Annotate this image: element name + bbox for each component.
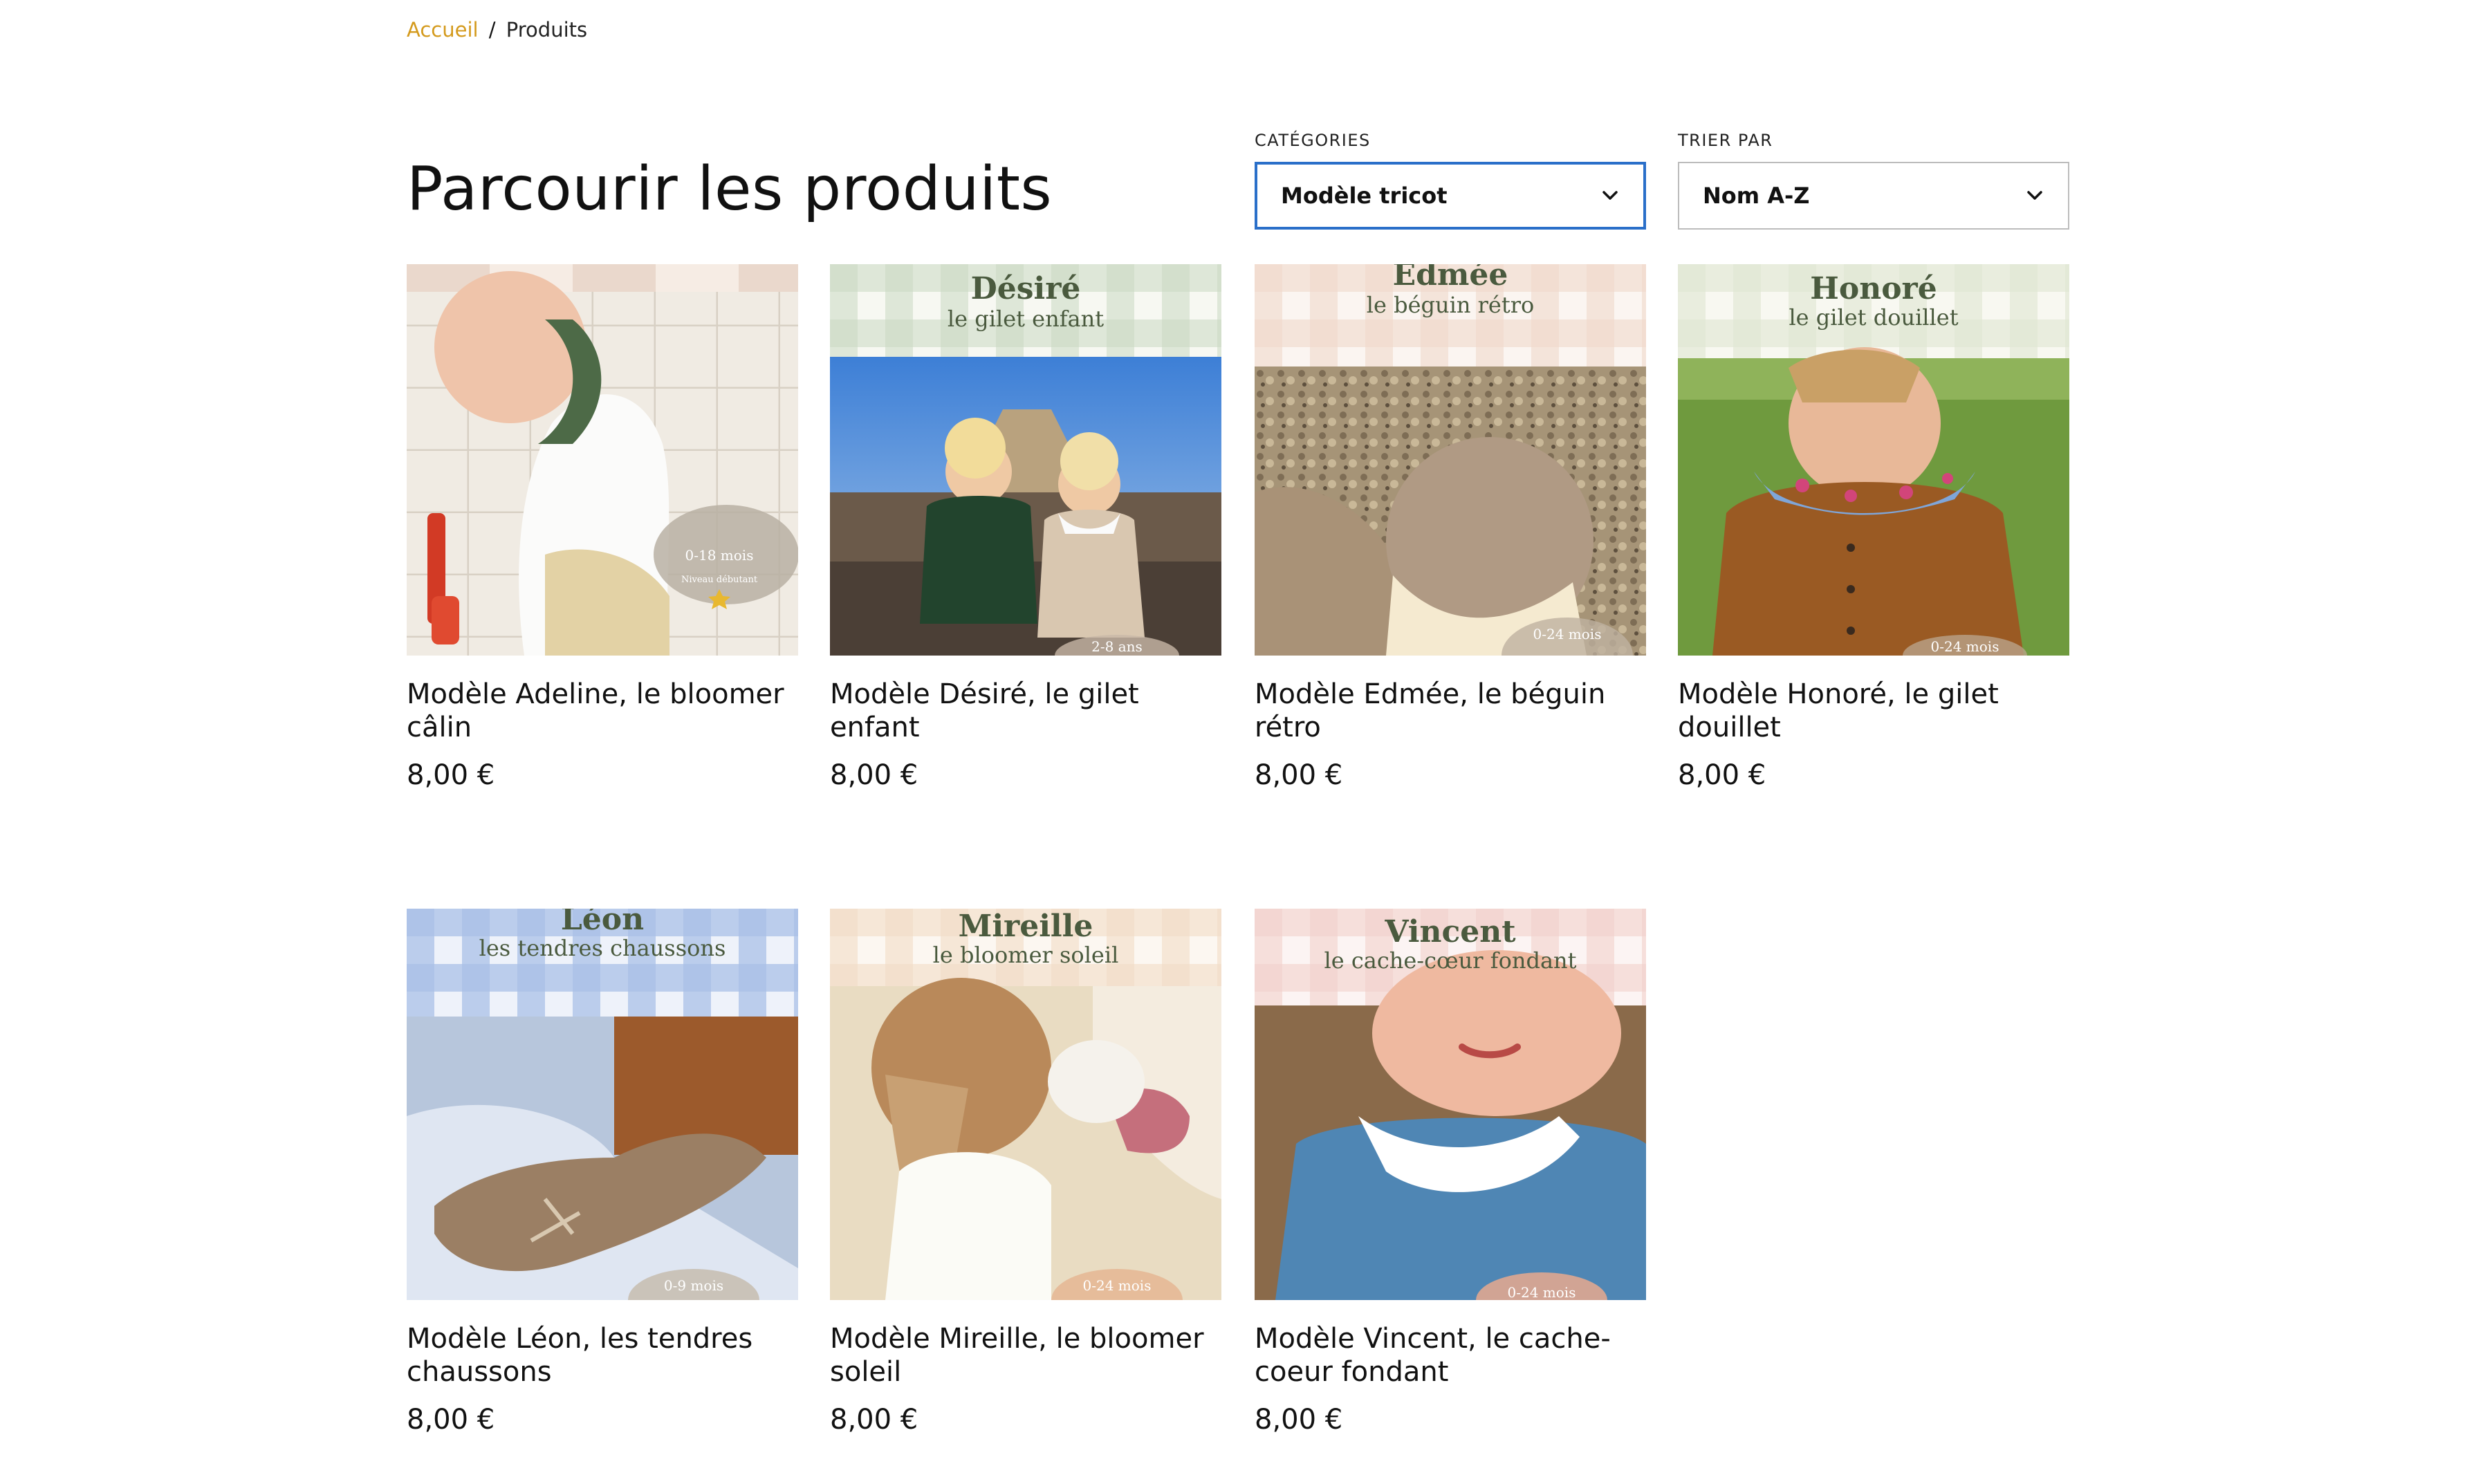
product-name[interactable]: Modèle Edmée, le béguin rétro: [1255, 678, 1646, 744]
banner-subtitle: les tendres chaussons: [479, 935, 726, 961]
chevron-down-icon: [2025, 186, 2044, 205]
banner-subtitle: le gilet douillet: [1789, 304, 1958, 331]
product-image[interactable]: Honoré le gilet douillet 0-24 mois: [1678, 264, 2069, 656]
breadcrumb-separator: /: [488, 18, 496, 41]
product-card[interactable]: Vincent le cache-cœur fondant 0-24 mois …: [1255, 909, 1646, 1436]
chevron-down-icon: [1600, 186, 1620, 205]
product-name[interactable]: Modèle Désiré, le gilet enfant: [830, 678, 1221, 744]
product-card[interactable]: Edmée le béguin rétro 0-24 mois Modèle E…: [1255, 264, 1646, 791]
product-name[interactable]: Modèle Honoré, le gilet douillet: [1678, 678, 2069, 744]
product-name[interactable]: Modèle Adeline, le bloomer câlin: [407, 678, 798, 744]
product-price: 8,00 €: [1255, 1404, 1343, 1436]
banner-title: Désiré: [971, 271, 1081, 306]
product-name[interactable]: Modèle Vincent, le cache-coeur fondant: [1255, 1322, 1646, 1389]
product-price: 8,00 €: [830, 759, 918, 791]
product-image[interactable]: Mireille le bloomer soleil 0-24 mois: [830, 909, 1221, 1300]
categories-label: CATÉGORIES: [1255, 131, 1371, 150]
product-image[interactable]: Vincent le cache-cœur fondant 0-24 mois: [1255, 909, 1646, 1300]
banner-title: Edmée: [1393, 264, 1508, 293]
banner-title: Honoré: [1810, 271, 1937, 306]
age-badge-text: 0-24 mois: [1508, 1284, 1576, 1300]
product-name[interactable]: Modèle Léon, les tendres chaussons: [407, 1322, 798, 1389]
banner-subtitle: le béguin rétro: [1367, 292, 1535, 318]
sort-select-value: Nom A-Z: [1703, 183, 1810, 209]
product-image[interactable]: Edmée le béguin rétro 0-24 mois: [1255, 264, 1646, 656]
age-badge-text: 0-24 mois: [1931, 638, 1999, 655]
product-image[interactable]: 0-18 mois Niveau débutant: [407, 264, 798, 656]
product-image[interactable]: Léon les tendres chaussons 0-9 mois: [407, 909, 798, 1300]
categories-select[interactable]: Modèle tricot: [1255, 162, 1646, 230]
categories-select-value: Modèle tricot: [1281, 183, 1448, 209]
product-name[interactable]: Modèle Mireille, le bloomer soleil: [830, 1322, 1221, 1389]
product-card[interactable]: Honoré le gilet douillet 0-24 mois Modèl…: [1678, 264, 2069, 791]
product-card[interactable]: Désiré le gilet enfant 2-8 ans Modèle Dé…: [830, 264, 1221, 791]
breadcrumb-home-link[interactable]: Accueil: [407, 18, 479, 41]
product-card[interactable]: Léon les tendres chaussons 0-9 mois Modè…: [407, 909, 798, 1436]
banner-title: Mireille: [959, 909, 1093, 944]
age-badge-text: 2-8 ans: [1091, 638, 1143, 655]
banner-subtitle: le gilet enfant: [948, 306, 1104, 332]
product-price: 8,00 €: [1678, 759, 1766, 791]
banner-title: Léon: [561, 909, 644, 937]
product-card[interactable]: 0-18 mois Niveau débutant Modèle Adeline…: [407, 264, 798, 791]
sort-select[interactable]: Nom A-Z: [1678, 162, 2069, 230]
age-badge-text: 0-9 mois: [664, 1277, 723, 1294]
banner-subtitle: le cache-cœur fondant: [1324, 947, 1576, 974]
age-badge-text: 0-18 mois: [685, 547, 754, 564]
breadcrumb-current: Produits: [506, 18, 588, 41]
product-image[interactable]: Désiré le gilet enfant 2-8 ans: [830, 264, 1221, 656]
age-badge-text: 0-24 mois: [1083, 1277, 1152, 1294]
level-badge-text: Niveau débutant: [681, 575, 758, 585]
age-badge-text: 0-24 mois: [1533, 626, 1602, 642]
page-title: Parcourir les produits: [407, 154, 1053, 224]
sort-label: TRIER PAR: [1678, 131, 1773, 150]
banner-subtitle: le bloomer soleil: [933, 942, 1119, 968]
product-price: 8,00 €: [830, 1404, 918, 1436]
product-price: 8,00 €: [407, 759, 495, 791]
product-price: 8,00 €: [407, 1404, 495, 1436]
product-card[interactable]: Mireille le bloomer soleil 0-24 mois Mod…: [830, 909, 1221, 1436]
product-price: 8,00 €: [1255, 759, 1343, 791]
breadcrumb: Accueil / Produits: [407, 18, 587, 41]
banner-title: Vincent: [1384, 914, 1516, 949]
